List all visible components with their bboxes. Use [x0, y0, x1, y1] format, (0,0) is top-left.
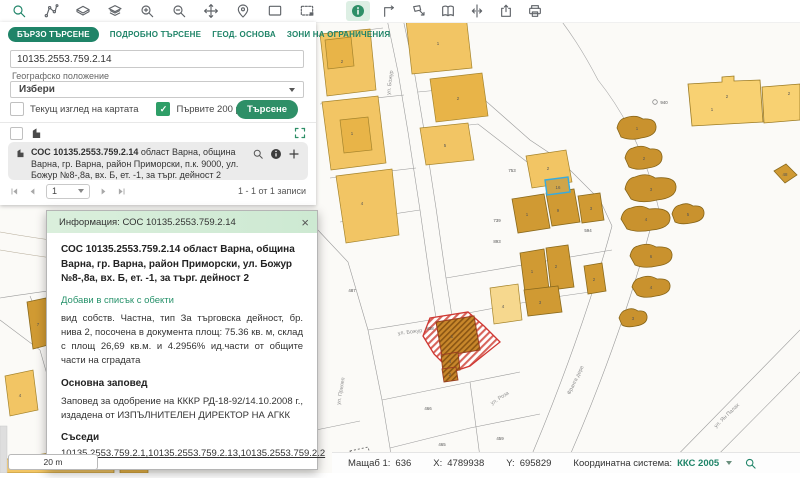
chevron-down-icon — [78, 189, 84, 193]
page-select-value: 1 — [52, 186, 57, 196]
parcel-label: 48 — [783, 172, 788, 177]
parcel-label: 466 — [424, 406, 432, 411]
parcel-label: 465 — [438, 442, 446, 447]
popup-body: СОС 10135.2553.759.2.14 област Варна, об… — [47, 233, 317, 469]
zoom-in-icon[interactable] — [138, 2, 156, 20]
toolbar-right-group — [346, 1, 544, 21]
export-icon[interactable] — [497, 2, 515, 20]
parcel-label: 459 — [496, 436, 504, 441]
light-building — [490, 284, 522, 324]
popup-title: Информация: СОС 10135.2553.759.2.14 — [59, 217, 236, 228]
neighbors-heading: Съседи — [61, 432, 303, 443]
parcel-label: 753 — [508, 168, 516, 173]
parcel-label: 838 — [426, 326, 434, 331]
print-icon[interactable] — [526, 2, 544, 20]
tab-quick-search[interactable]: БЪРЗО ТЪРСЕНЕ — [8, 27, 99, 42]
search-input[interactable] — [10, 50, 304, 68]
building-icon — [16, 148, 25, 158]
property-summary: СОС 10135.2553.759.2.14 област Варна, об… — [61, 243, 303, 287]
extent-select-icon[interactable] — [298, 2, 316, 20]
result-id: СОС 10135.2553.759.2.14 — [31, 147, 138, 157]
route-tool-icon[interactable] — [42, 2, 60, 20]
info-popup: Информация: СОС 10135.2553.759.2.14 × СО… — [46, 210, 318, 470]
parcel-label: 16 — [556, 185, 561, 190]
result-item[interactable]: СОС 10135.2553.759.2.14 област Варна, об… — [8, 142, 308, 180]
pagination: 1 1 - 1 от 1 записи — [10, 183, 306, 199]
scale-bar: 20 m — [8, 454, 98, 470]
expand-results-icon[interactable] — [294, 127, 306, 139]
chevron-down-icon — [289, 88, 295, 92]
last-page-icon[interactable] — [117, 187, 126, 196]
first-200-checkbox[interactable]: ✓ — [156, 102, 170, 116]
x-coordinate: 4789938 — [447, 458, 484, 469]
toolbar-left-group — [10, 2, 316, 20]
add-result-icon[interactable] — [288, 148, 300, 160]
measure-distance-icon[interactable] — [381, 2, 399, 20]
x-label: X: — [433, 458, 442, 469]
geo-position-select[interactable]: Избери — [10, 81, 304, 98]
search-icon[interactable] — [10, 2, 28, 20]
search-button[interactable]: Търсене — [236, 100, 298, 119]
scale-bar-label: 20 m — [44, 457, 63, 467]
status-bar: Мащаб 1: 636 X: 4789938 Y: 695829 Коорди… — [332, 452, 800, 473]
current-view-label: Текущ изглед на картата — [30, 104, 138, 115]
basemap-icon[interactable] — [74, 2, 92, 20]
search-tabs: БЪРЗО ТЪРСЕНЕ ПОДРОБНО ТЪРСЕНЕ ГЕОД. ОСН… — [8, 27, 390, 42]
result-text: СОС 10135.2553.759.2.14 област Варна, об… — [31, 147, 249, 175]
pagination-info: 1 - 1 от 1 записи — [238, 186, 306, 196]
tab-restriction-zones[interactable]: ЗОНИ НА ОГРАНИЧЕНИЯ — [287, 30, 390, 39]
zoom-to-result-icon[interactable] — [252, 148, 264, 160]
current-view-checkbox[interactable] — [10, 102, 24, 116]
order-text: Заповед за одобрение на КККР РД-18-92/14… — [61, 395, 303, 424]
property-details: вид собств. Частна, тип За търговска дей… — [61, 312, 303, 369]
parcel-label: 594 — [584, 228, 592, 233]
statusbar-search-icon[interactable] — [744, 457, 757, 470]
crs-label: Координатна система: — [573, 458, 672, 469]
scale-value: 636 — [395, 458, 411, 469]
geo-position-label: Географско положение — [12, 71, 109, 81]
building-icon — [31, 127, 42, 139]
popup-header[interactable]: Информация: СОС 10135.2553.759.2.14 × — [47, 211, 317, 233]
parcel-label: 940 — [660, 100, 668, 105]
y-coordinate: 695829 — [520, 458, 552, 469]
first-page-icon[interactable] — [10, 187, 19, 196]
y-label: Y: — [506, 458, 514, 469]
location-pin-icon[interactable] — [234, 2, 252, 20]
results-header — [10, 126, 306, 140]
page-select[interactable]: 1 — [46, 184, 90, 199]
scale-label: Мащаб 1: — [348, 458, 390, 469]
map-edge-strip — [0, 426, 7, 473]
info-icon[interactable] — [346, 1, 370, 21]
geo-select-value: Избери — [19, 84, 55, 95]
result-info-icon[interactable] — [270, 148, 282, 160]
tab-detailed-search[interactable]: ПОДРОБНО ТЪРСЕНЕ — [110, 30, 201, 39]
add-to-list-link[interactable]: Добави в списък с обекти — [61, 295, 303, 306]
crs-value[interactable]: ККС 2005 — [677, 458, 719, 469]
pan-icon[interactable] — [202, 2, 220, 20]
search-options-row: Текущ изглед на картата ✓ Първите 200 ре… — [10, 100, 306, 118]
measure-area-icon[interactable] — [410, 2, 428, 20]
result-actions — [252, 147, 300, 175]
search-panel: БЪРЗО ТЪРСЕНЕ ПОДРОБНО ТЪРСЕНЕ ГЕОД. ОСН… — [0, 22, 316, 205]
next-page-icon[interactable] — [99, 187, 108, 196]
tab-geodesy[interactable]: ГЕОД. ОСНОВА — [212, 30, 276, 39]
layers-icon[interactable] — [106, 2, 124, 20]
map-book-icon[interactable] — [439, 2, 457, 20]
chevron-down-icon[interactable] — [726, 461, 732, 465]
close-icon[interactable]: × — [301, 216, 309, 229]
order-heading: Основна заповед — [61, 378, 303, 389]
panel-divider — [0, 122, 316, 123]
swipe-compare-icon[interactable] — [468, 2, 486, 20]
prev-page-icon[interactable] — [28, 187, 37, 196]
select-all-checkbox[interactable] — [10, 127, 23, 140]
zoom-out-icon[interactable] — [170, 2, 188, 20]
top-toolbar — [0, 0, 800, 23]
parcel-label: 739 — [493, 218, 501, 223]
selected-building[interactable] — [436, 316, 480, 356]
parcel-label: 893 — [493, 239, 501, 244]
rect-select-icon[interactable] — [266, 2, 284, 20]
parcel-label: 487 — [348, 288, 356, 293]
